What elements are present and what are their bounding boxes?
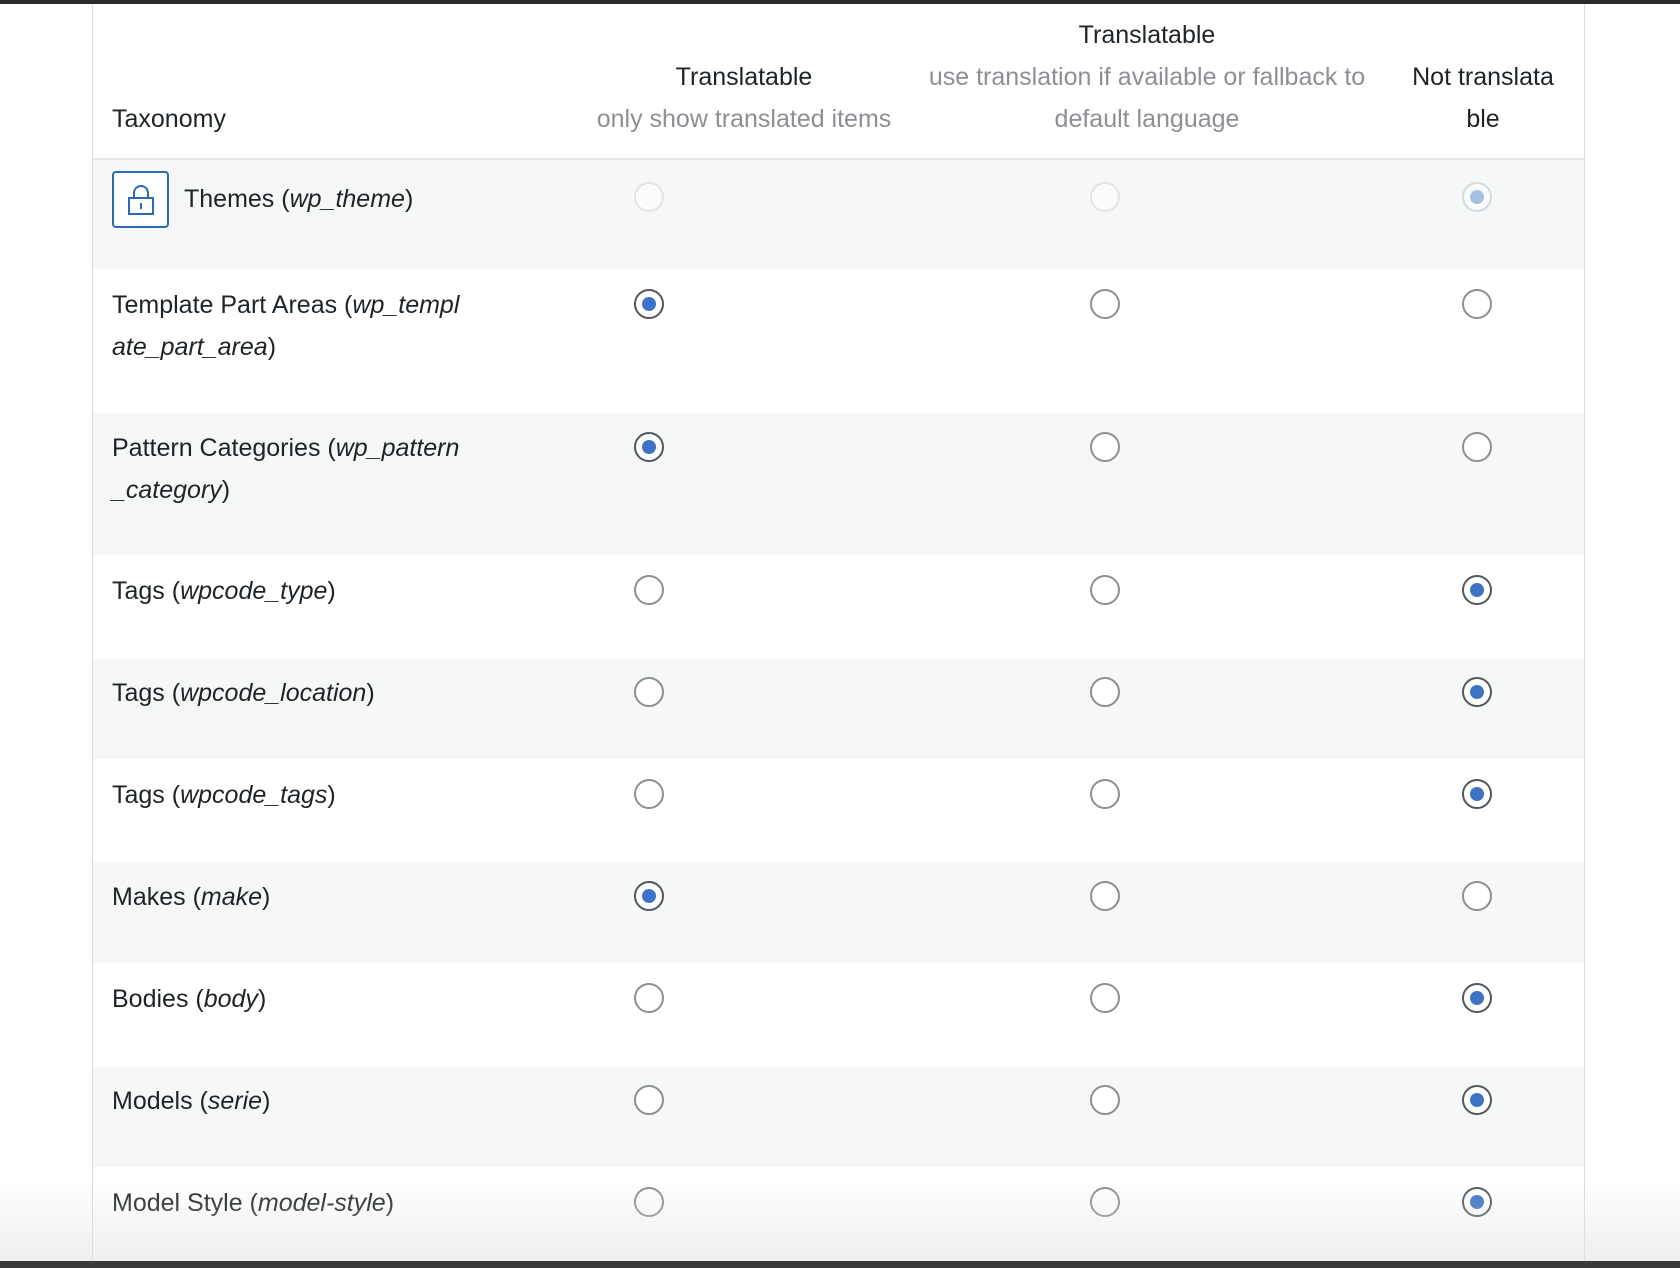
header-col2-desc-line2: default language	[1054, 105, 1240, 133]
header-col3-title-line1: Not translata	[1412, 63, 1554, 91]
row-label: Tags (wpcode_type)	[112, 577, 336, 605]
table-header: Taxonomy Translatable only show translat…	[93, 4, 1584, 160]
table-row-body: Bodies (body)	[93, 964, 1584, 1066]
radio-translatable[interactable]	[634, 289, 664, 319]
header-col2-desc-line1: use translation if available or fallback…	[928, 63, 1366, 91]
row-label: Pattern Categories (wp_pattern_category)	[112, 434, 460, 504]
radio-translatable-fallback[interactable]	[1090, 289, 1120, 319]
radio-translatable-fallback[interactable]	[1090, 881, 1120, 911]
radio-translatable	[634, 182, 664, 212]
radio-translatable[interactable]	[634, 983, 664, 1013]
table-row-wpcode-type: Tags (wpcode_type)	[93, 556, 1584, 658]
radio-translatable[interactable]	[634, 881, 664, 911]
table-row-wpcode-location: Tags (wpcode_location)	[93, 658, 1584, 760]
radio-translatable[interactable]	[634, 575, 664, 605]
row-label: Makes (make)	[112, 883, 271, 911]
radio-not-translatable[interactable]	[1462, 289, 1492, 319]
row-label: Tags (wpcode_location)	[112, 679, 375, 707]
radio-translatable-fallback[interactable]	[1090, 677, 1120, 707]
row-label: Themes (wp_theme)	[184, 185, 414, 213]
radio-translatable-fallback[interactable]	[1090, 575, 1120, 605]
table-row-make: Makes (make)	[93, 862, 1584, 964]
row-label: Model Style (model-style)	[112, 1189, 395, 1217]
radio-translatable[interactable]	[634, 1085, 664, 1115]
radio-translatable[interactable]	[634, 1187, 664, 1217]
header-col2-title: Translatable	[1078, 21, 1216, 49]
table-row-serie: Models (serie)	[93, 1066, 1584, 1168]
radio-not-translatable[interactable]	[1462, 881, 1492, 911]
row-label: Bodies (body)	[112, 985, 267, 1013]
window-bottom-edge	[0, 1261, 1680, 1268]
header-col3-title-line2: ble	[1466, 105, 1500, 133]
radio-translatable-fallback[interactable]	[1090, 983, 1120, 1013]
radio-translatable-fallback[interactable]	[1090, 432, 1120, 462]
table-row-wp-template-part-area: Template Part Areas (wp_template_part_ar…	[93, 270, 1584, 413]
radio-translatable[interactable]	[634, 432, 664, 462]
radio-not-translatable[interactable]	[1462, 677, 1492, 707]
lock-icon	[112, 171, 169, 228]
row-label: Template Part Areas (wp_template_part_ar…	[112, 291, 460, 361]
radio-not-translatable[interactable]	[1462, 779, 1492, 809]
row-label: Models (serie)	[112, 1087, 271, 1115]
radio-not-translatable	[1462, 182, 1492, 212]
radio-translatable-fallback[interactable]	[1090, 1187, 1120, 1217]
taxonomy-translation-table: Taxonomy Translatable only show translat…	[92, 4, 1585, 1261]
table-row-wp-pattern-category: Pattern Categories (wp_pattern_category)	[93, 413, 1584, 556]
radio-not-translatable[interactable]	[1462, 432, 1492, 462]
row-label: Tags (wpcode_tags)	[112, 781, 336, 809]
table-row-wp-theme: Themes (wp_theme)	[93, 160, 1584, 270]
header-not-translatable: Not translata ble	[1383, 56, 1583, 140]
radio-translatable-fallback	[1090, 182, 1120, 212]
radio-translatable[interactable]	[634, 779, 664, 809]
radio-not-translatable[interactable]	[1462, 1085, 1492, 1115]
header-translatable-fallback: Translatable use translation if availabl…	[857, 14, 1437, 140]
table-row-model-style: Model Style (model-style)	[93, 1168, 1584, 1261]
table-row-wpcode-tags: Tags (wpcode_tags)	[93, 760, 1584, 862]
radio-not-translatable[interactable]	[1462, 983, 1492, 1013]
radio-translatable-fallback[interactable]	[1090, 779, 1120, 809]
radio-not-translatable[interactable]	[1462, 575, 1492, 605]
header-taxonomy: Taxonomy	[112, 105, 226, 133]
radio-translatable-fallback[interactable]	[1090, 1085, 1120, 1115]
radio-not-translatable[interactable]	[1462, 1187, 1492, 1217]
radio-translatable[interactable]	[634, 677, 664, 707]
